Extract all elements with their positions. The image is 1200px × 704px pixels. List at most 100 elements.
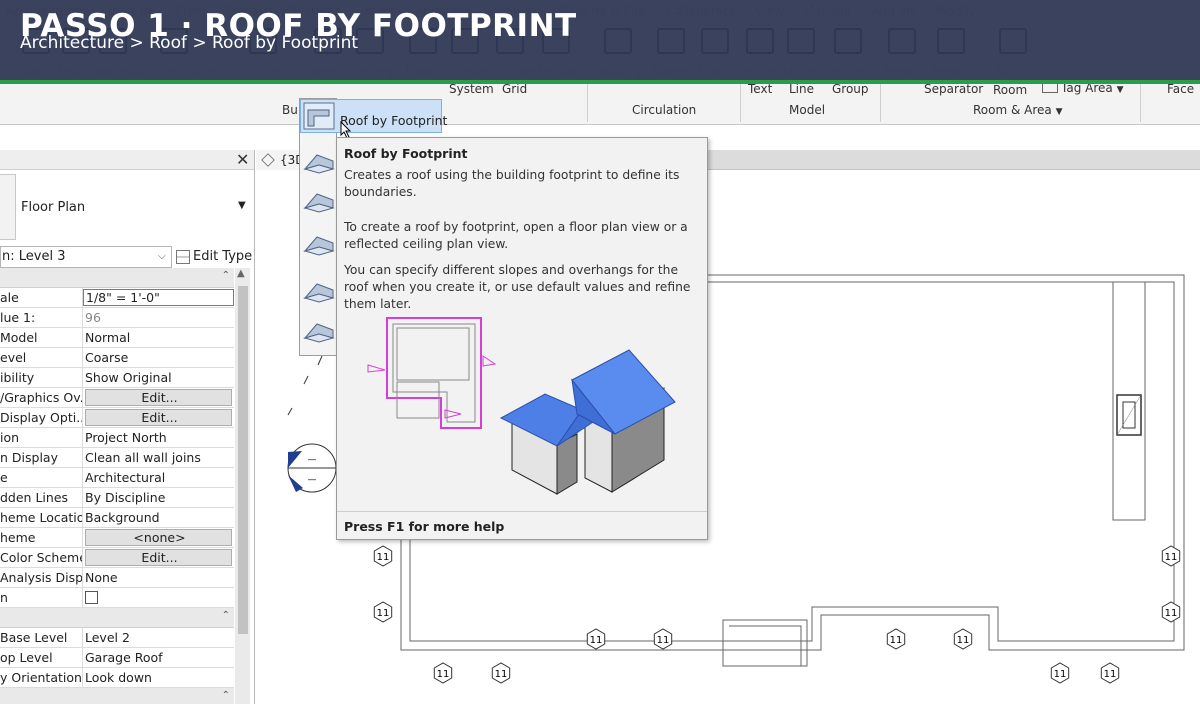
ribbon-label-system: System [449, 82, 494, 96]
property-name: heme Location [0, 508, 83, 527]
grid-tag[interactable]: 11 [953, 628, 973, 650]
grid-tag[interactable]: 11 [491, 662, 511, 684]
edit-type-icon [176, 250, 190, 264]
ribbon-label-line: Line [789, 82, 815, 96]
ribbon-group-room-area[interactable]: Room & Area ▼ [973, 103, 1063, 117]
svg-text:—: — [308, 475, 317, 485]
property-name: Analysis Displ... [0, 568, 83, 587]
property-value[interactable]: Project North [83, 428, 234, 447]
close-icon[interactable]: ✕ [236, 150, 249, 170]
property-row: Color SchemesEdit... [0, 548, 234, 568]
property-value[interactable]: Clean all wall joins [83, 448, 234, 467]
property-edit-button[interactable]: Edit... [85, 409, 232, 426]
edit-type-button[interactable]: Edit Type [176, 246, 252, 268]
instance-filter-select[interactable]: n: Level 3 [0, 246, 172, 268]
property-value[interactable]: Background [83, 508, 234, 527]
collapse-icon[interactable]: ⌃ [222, 690, 230, 701]
property-name: lue 1: [0, 308, 83, 327]
elevation-marker[interactable]: — — [287, 443, 337, 493]
grid-tag-label: 11 [377, 552, 390, 563]
collapse-icon[interactable]: ⌃ [222, 270, 230, 281]
overlay-accent-bar [0, 80, 1200, 84]
roof-dropdown-menu [299, 98, 337, 356]
roof-by-face-icon[interactable] [303, 184, 335, 214]
property-edit-button[interactable]: Edit... [85, 549, 232, 566]
section-graphics[interactable]: ⌃ [0, 268, 234, 288]
tutorial-title-overlay: PASSO 1 · ROOF BY FOOTPRINT Architecture… [0, 0, 1200, 80]
grid-tag[interactable]: 11 [1100, 662, 1120, 684]
grid-tag-label: 11 [657, 635, 670, 646]
grid-tag[interactable]: 11 [373, 545, 393, 567]
grid-tag[interactable]: 11 [373, 601, 393, 623]
tooltip-tip: You can specify different slopes and ove… [344, 263, 691, 311]
property-name: op Level [0, 648, 83, 667]
roof-by-extrusion-icon[interactable] [303, 145, 335, 175]
grid-tag-label: 11 [890, 635, 903, 646]
property-value[interactable]: Show Original [83, 368, 234, 387]
grid-tag[interactable]: 11 [886, 628, 906, 650]
property-name: Model [0, 328, 83, 347]
roof-gutter-icon[interactable] [303, 314, 335, 344]
property-row: /Graphics Ov... Edit... [0, 388, 234, 408]
property-row: Display Opti... Edit... [0, 408, 234, 428]
chevron-down-icon[interactable]: ▼ [238, 200, 246, 211]
grid-tag-label: 11 [1104, 669, 1117, 680]
grid-tag-label: 11 [377, 608, 390, 619]
property-value[interactable]: Normal [83, 328, 234, 347]
scrollbar-thumb[interactable] [238, 286, 248, 634]
ribbon-label-group: Group [832, 82, 869, 96]
wall-segment [1112, 281, 1146, 521]
grid-tag[interactable]: 11 [1161, 545, 1181, 567]
property-row: Analysis Displ...None [0, 568, 234, 588]
grid-tag[interactable]: 11 [433, 662, 453, 684]
property-name: y Orientation [0, 668, 83, 687]
roof-footprint-illustration [367, 317, 676, 495]
property-row: evel Coarse [0, 348, 234, 368]
property-row: op Level Garage Roof [0, 648, 234, 668]
grid-tag[interactable]: 11 [653, 628, 673, 650]
grid-tag[interactable]: 11 [586, 628, 606, 650]
property-value: 96 [85, 310, 101, 325]
chevron-down-icon[interactable]: ⌵ [158, 246, 166, 268]
garage-door-opening [722, 619, 808, 667]
ribbon-label-face[interactable]: Face [1167, 82, 1194, 96]
tooltip-instructions: To create a roof by footprint, open a fl… [344, 220, 688, 251]
property-row: n [0, 588, 234, 608]
property-row: y Orientation Look down [0, 668, 234, 688]
property-value[interactable]: Garage Roof [83, 648, 234, 667]
property-value[interactable]: Architectural [83, 468, 234, 487]
grid-tag[interactable]: 11 [1161, 601, 1181, 623]
property-value[interactable]: Level 2 [83, 628, 234, 647]
menu-item-label: Roof by Footprint [340, 113, 448, 128]
property-edit-button[interactable]: <none> [85, 529, 232, 546]
property-name: ion [0, 428, 83, 447]
property-value[interactable]: Coarse [83, 348, 234, 367]
collapse-icon[interactable]: ⌃ [222, 610, 230, 621]
scroll-up-icon[interactable]: ▲ [237, 268, 245, 279]
grid-tag-label: 11 [1165, 552, 1178, 563]
3d-view-icon [261, 153, 275, 167]
grid-tag-label: 11 [1165, 608, 1178, 619]
roof-fascia-icon[interactable] [303, 274, 335, 304]
property-row: ibility Show Original [0, 368, 234, 388]
grid-tag-label: 11 [1054, 669, 1067, 680]
roof-soffit-icon[interactable] [303, 227, 335, 257]
property-row: lue 1: 96 [0, 308, 234, 328]
ribbon-label-room[interactable]: Room [993, 83, 1027, 97]
property-checkbox[interactable] [85, 591, 98, 604]
tooltip-help-hint: Press F1 for more help [344, 519, 505, 534]
property-value[interactable]: None [83, 568, 234, 587]
property-row: heme <none> [0, 528, 234, 548]
ribbon-group-circulation: Circulation [632, 103, 697, 117]
property-row: e Architectural [0, 468, 234, 488]
section-extents[interactable]: ⌃ [0, 688, 234, 704]
property-name: n Display [0, 448, 83, 467]
type-selector[interactable]: Floor Plan [21, 200, 85, 215]
property-value[interactable]: By Discipline [83, 488, 234, 507]
roof-by-footprint-icon [303, 102, 335, 130]
section-underlay[interactable]: ⌃ [0, 608, 234, 628]
property-value[interactable]: 1/8" = 1'-0" [83, 289, 234, 306]
property-value[interactable]: Look down [83, 668, 234, 687]
property-edit-button[interactable]: Edit... [85, 389, 232, 406]
grid-tag[interactable]: 11 [1050, 662, 1070, 684]
